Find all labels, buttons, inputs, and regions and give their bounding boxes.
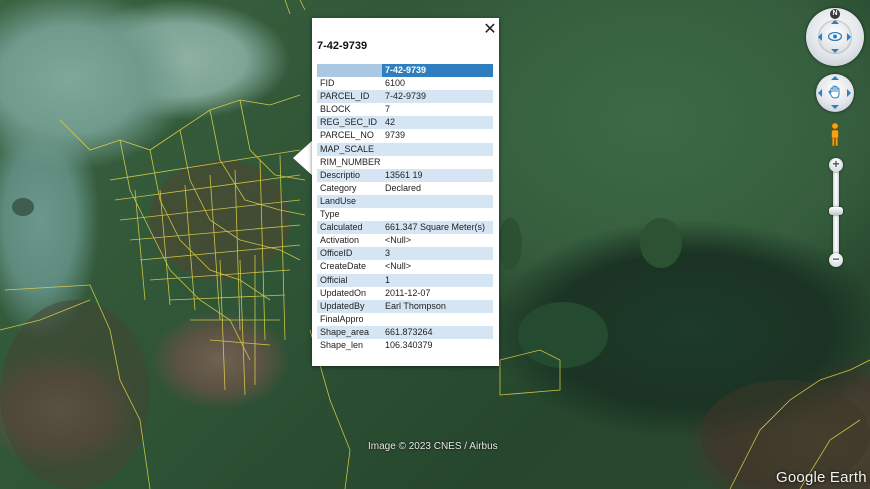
attribute-key: Type bbox=[320, 209, 340, 220]
pegman-icon[interactable] bbox=[828, 122, 842, 148]
attribute-key: UpdatedBy bbox=[317, 299, 382, 313]
table-row: UpdatedBy Earl Thompson bbox=[317, 299, 493, 313]
attribute-value bbox=[382, 208, 493, 221]
table-header-key bbox=[317, 64, 382, 78]
table-row: Descriptio 13561 19 bbox=[317, 168, 493, 182]
table-row: Activation <Null> bbox=[317, 234, 493, 247]
compass-icon[interactable]: N bbox=[806, 8, 864, 66]
table-row: CreateDate <Null> bbox=[317, 260, 493, 273]
attribute-key: MAP_SCALE bbox=[317, 142, 382, 156]
google-earth-logo: Google Earth bbox=[776, 469, 867, 486]
attribute-key: FinalAppro bbox=[320, 313, 364, 324]
attribute-value: 6100 bbox=[385, 78, 406, 89]
pan-up-arrow-icon[interactable] bbox=[831, 76, 839, 80]
zoom-in-icon[interactable]: + bbox=[829, 158, 843, 172]
attribute-value: 661.873264 bbox=[382, 325, 493, 339]
attribute-value: 106.340379 bbox=[385, 339, 433, 350]
attribute-key: Calculated bbox=[317, 221, 382, 235]
pan-right-arrow-icon[interactable] bbox=[847, 89, 851, 97]
table-row: BLOCK 7 bbox=[317, 103, 493, 116]
table-row: Category Declared bbox=[317, 182, 493, 195]
table-row: Calculated 661.347 Square Meter(s) bbox=[317, 221, 493, 235]
attribute-value: Earl Thompson bbox=[382, 299, 493, 313]
north-indicator[interactable]: N bbox=[830, 9, 840, 19]
table-row: Official 1 bbox=[317, 273, 493, 287]
attribute-value: 42 bbox=[382, 116, 493, 130]
table-row: RIM_NUMBER bbox=[317, 156, 493, 169]
pan-icon bbox=[828, 85, 840, 99]
attribute-key: BLOCK bbox=[320, 104, 351, 115]
pan-down-arrow-icon[interactable] bbox=[831, 105, 839, 109]
balloon-pointer bbox=[293, 140, 313, 176]
attribute-value bbox=[382, 142, 493, 156]
table-row: REG_SEC_ID 42 bbox=[317, 116, 493, 130]
table-row: OfficeID 3 bbox=[317, 247, 493, 261]
table-row: FinalAppro bbox=[317, 313, 493, 326]
zoom-out-icon[interactable]: − bbox=[829, 253, 843, 267]
pan-left-arrow-icon[interactable] bbox=[818, 89, 822, 97]
attribute-key: PARCEL_NO bbox=[320, 130, 374, 141]
look-icon bbox=[828, 31, 842, 42]
attribute-value: 3 bbox=[382, 247, 493, 261]
attribute-value bbox=[382, 313, 493, 326]
attribute-key: Shape_len bbox=[320, 339, 364, 350]
table-row: LandUse bbox=[317, 194, 493, 209]
table-row: PARCEL_ID 7-42-9739 bbox=[317, 90, 493, 104]
pan-control[interactable] bbox=[816, 74, 854, 112]
attribute-value: 1 bbox=[382, 273, 493, 287]
attribute-key: PARCEL_ID bbox=[317, 90, 382, 104]
attribute-key: OfficeID bbox=[317, 247, 382, 261]
attribute-key: REG_SEC_ID bbox=[317, 116, 382, 130]
attribute-value: 661.347 Square Meter(s) bbox=[382, 221, 493, 235]
table-row: UpdatedOn 2011-12-07 bbox=[317, 287, 493, 300]
table-row: Shape_len 106.340379 bbox=[317, 339, 493, 352]
attribute-key: Category bbox=[320, 182, 357, 193]
imagery-attribution: Image © 2023 CNES / Airbus bbox=[368, 441, 498, 452]
attribute-value: Declared bbox=[385, 182, 422, 193]
attribute-value: 2011-12-07 bbox=[385, 287, 431, 298]
look-down-arrow-icon[interactable] bbox=[831, 49, 839, 53]
attribute-value bbox=[382, 194, 493, 209]
table-row: FID 6100 bbox=[317, 77, 493, 90]
look-right-arrow-icon[interactable] bbox=[847, 33, 851, 41]
attribute-value: <Null> bbox=[385, 235, 412, 246]
attribute-value: 7 bbox=[385, 104, 391, 115]
table-row: MAP_SCALE bbox=[317, 142, 493, 156]
look-left-arrow-icon[interactable] bbox=[818, 33, 822, 41]
close-icon[interactable]: ✕ bbox=[483, 21, 497, 37]
attribute-key: Activation bbox=[320, 235, 360, 246]
table-row: Type bbox=[317, 208, 493, 221]
zoom-slider-handle[interactable] bbox=[829, 207, 843, 215]
attribute-value: <Null> bbox=[385, 261, 412, 272]
attribute-value bbox=[382, 156, 493, 169]
balloon-title: 7-42-9739 bbox=[317, 40, 368, 52]
table-header-value: 7-42-9739 bbox=[382, 64, 493, 78]
look-up-arrow-icon[interactable] bbox=[831, 20, 839, 24]
attribute-key: Descriptio bbox=[317, 168, 382, 182]
attribute-key: Shape_area bbox=[317, 325, 382, 339]
attribute-key: CreateDate bbox=[320, 261, 367, 272]
table-header-row: 7-42-9739 bbox=[317, 64, 493, 78]
attribute-key: LandUse bbox=[317, 194, 382, 209]
attribute-table: 7-42-9739 FID 6100 PARCEL_ID 7-42-9739 BLOCK… bbox=[317, 64, 493, 352]
attribute-value: 13561 19 bbox=[382, 168, 493, 182]
attribute-key: FID bbox=[320, 78, 335, 89]
attribute-key: UpdatedOn bbox=[320, 287, 367, 298]
attribute-value: 7-42-9739 bbox=[382, 90, 493, 104]
attribute-value: 9739 bbox=[385, 130, 406, 141]
attribute-key: Official bbox=[317, 273, 382, 287]
table-row: PARCEL_NO 9739 bbox=[317, 129, 493, 142]
table-row: Shape_area 661.873264 bbox=[317, 325, 493, 339]
attribute-key: RIM_NUMBER bbox=[320, 156, 381, 167]
